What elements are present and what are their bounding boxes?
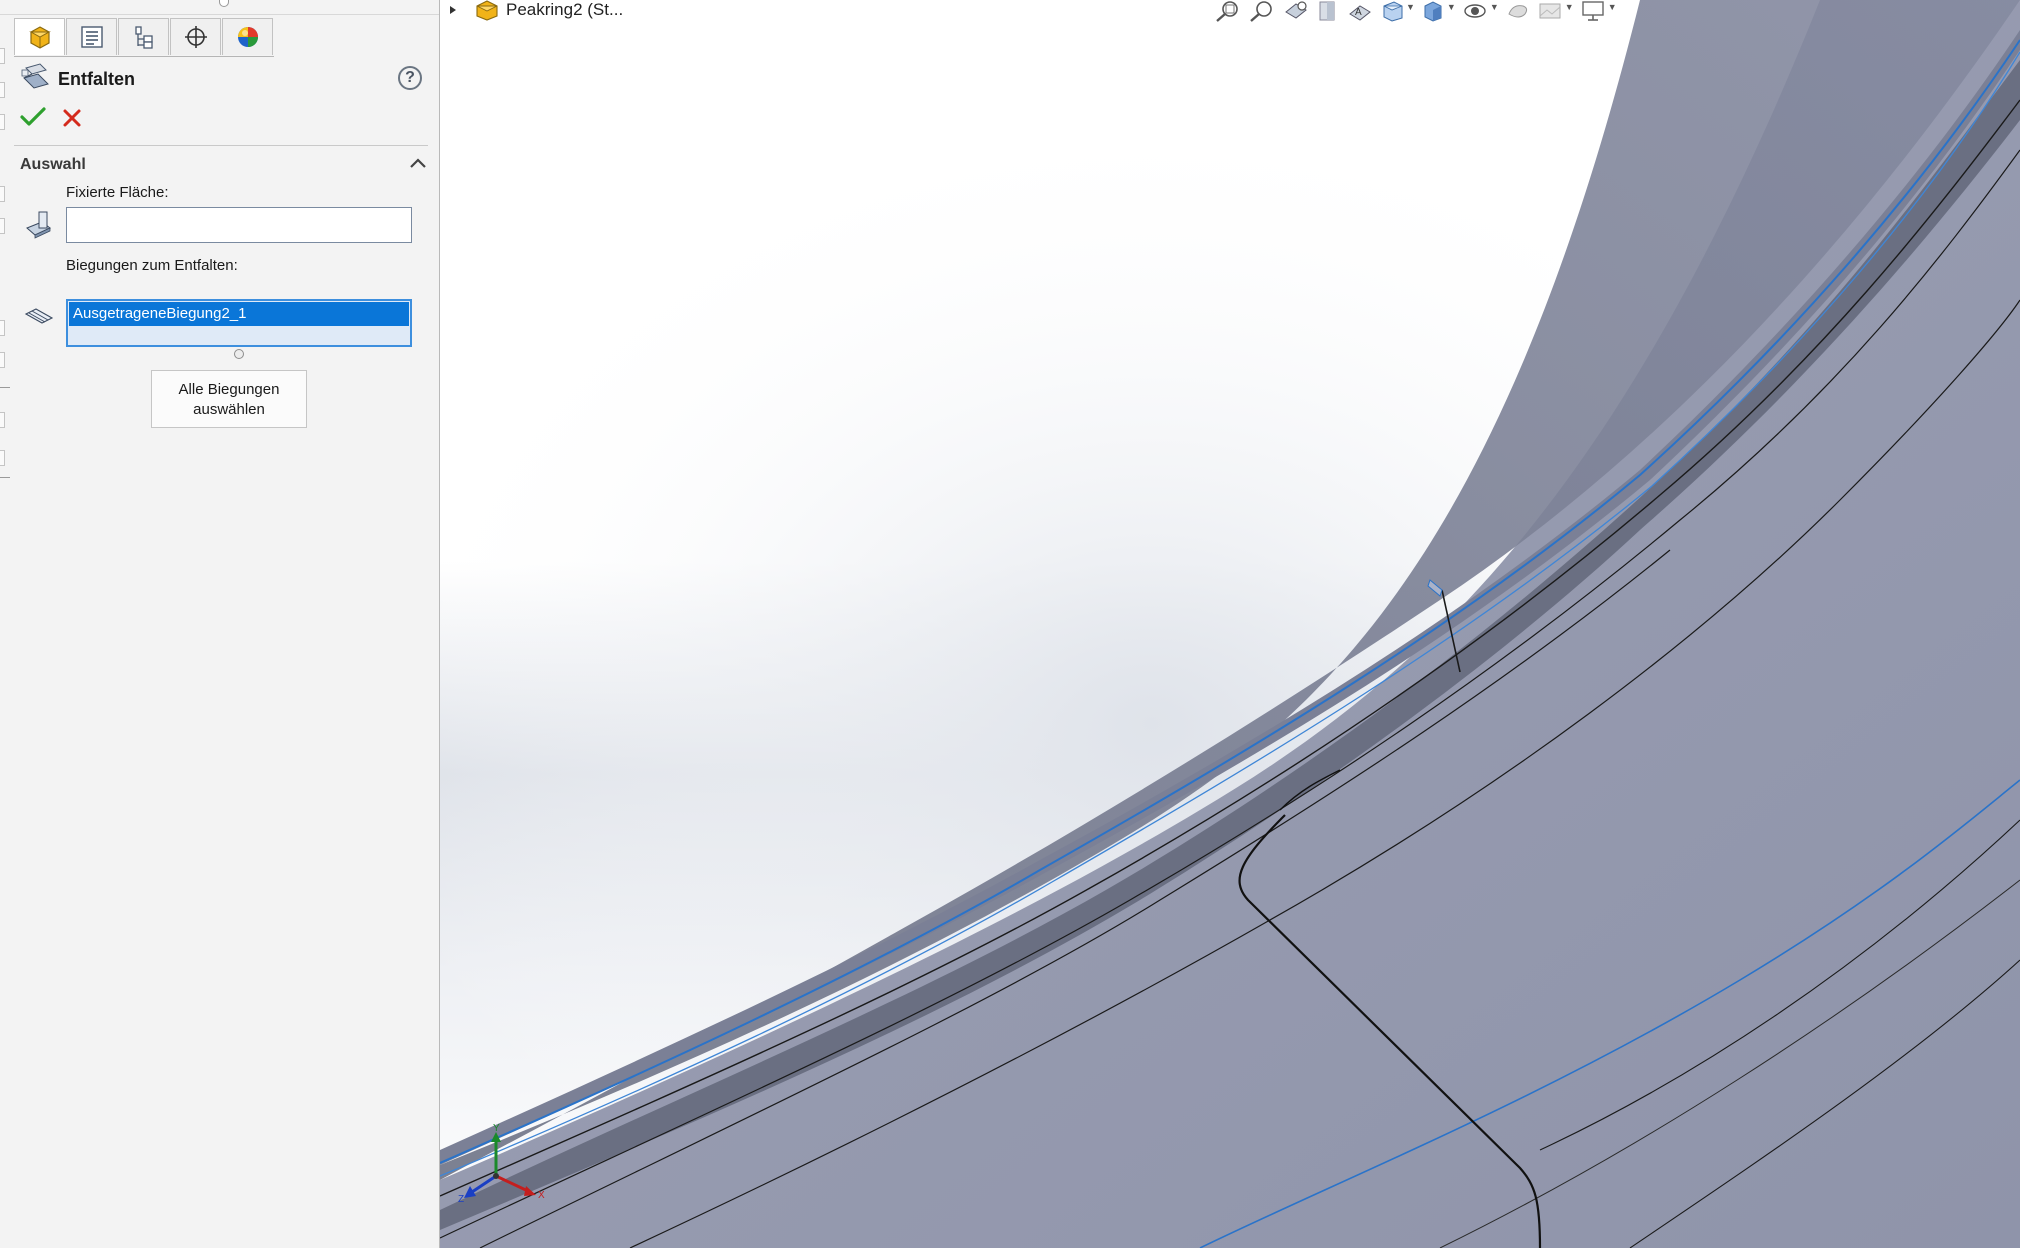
tree-divider	[0, 477, 10, 478]
bends-icon	[24, 306, 54, 331]
manager-tab-strip	[14, 18, 274, 57]
tab-configuration-manager[interactable]	[118, 18, 169, 55]
listbox-resize-handle[interactable]	[234, 349, 244, 359]
appearance-sphere-icon	[237, 27, 258, 47]
feature-tree-root[interactable]: Peakring2 (St...	[448, 0, 624, 21]
help-icon[interactable]: ?	[398, 66, 422, 90]
feature-tree-part-name: Peakring2 (St...	[506, 0, 624, 19]
collapsed-tab-marker	[0, 320, 5, 336]
close-icon	[63, 109, 81, 127]
selection-group-title: Auswahl	[20, 156, 86, 173]
view-settings-icon[interactable]: ▼	[1580, 0, 1617, 22]
fixed-face-field[interactable]	[66, 207, 412, 243]
collapsed-tab-marker	[0, 82, 5, 98]
panel-top-border	[0, 14, 440, 15]
fixed-face-icon	[24, 210, 52, 245]
tab-feature-manager[interactable]	[14, 18, 65, 55]
view-orientation-icon[interactable]: ▼	[1380, 0, 1415, 22]
collapsed-tab-marker	[0, 186, 5, 202]
reference-triad: Y X Z	[458, 1123, 548, 1209]
collapsed-tab-marker	[0, 450, 5, 466]
collapsed-tab-marker	[0, 218, 5, 234]
display-style-icon[interactable]: ▼	[1421, 0, 1456, 22]
collapsed-tab-marker	[0, 352, 5, 368]
triad-y-label: Y	[493, 1124, 500, 1134]
crosshair-icon	[184, 26, 207, 48]
configuration-tree-icon	[134, 26, 153, 49]
tree-divider	[0, 387, 10, 388]
part-icon	[476, 0, 498, 21]
triad-x-label: X	[538, 1190, 545, 1201]
tab-property-manager[interactable]	[66, 18, 117, 55]
zoom-to-area-icon[interactable]	[1248, 0, 1276, 22]
zoom-to-fit-icon[interactable]	[1214, 0, 1242, 22]
svg-text:A: A	[1355, 7, 1362, 18]
collapse-group-button[interactable]	[409, 156, 427, 174]
edit-appearance-icon[interactable]	[1505, 0, 1531, 22]
tab-dimxpert-manager[interactable]	[170, 18, 221, 55]
hide-show-items-icon[interactable]: ▼	[1462, 0, 1499, 22]
collapsed-tab-marker	[0, 114, 5, 130]
chevron-up-icon	[410, 158, 426, 168]
dynamic-annotation-icon[interactable]: A	[1346, 0, 1374, 22]
apply-scene-icon[interactable]: ▼	[1537, 0, 1574, 22]
collect-all-bends-button[interactable]: Alle Biegungen auswählen	[151, 370, 307, 428]
list-item[interactable]: AusgetrageneBiegung2_1	[69, 302, 409, 326]
unfold-feature-icon	[20, 62, 52, 97]
model-view[interactable]	[440, 0, 2020, 1248]
expand-arrow-icon[interactable]	[448, 5, 458, 15]
previous-view-icon[interactable]	[1282, 0, 1310, 22]
heads-up-view-toolbar: A ▼ ▼ ▼ ▼ ▼	[1214, 0, 1617, 22]
property-manager-title: Entfalten	[58, 69, 136, 89]
ok-button[interactable]	[20, 106, 46, 133]
collapsed-tab-marker	[0, 412, 5, 428]
property-list-icon	[80, 26, 103, 48]
bends-label: Biegungen zum Entfalten:	[66, 257, 238, 274]
section-divider	[14, 145, 428, 146]
graphics-area[interactable]	[440, 0, 2020, 1248]
triad-z-label: Z	[458, 1194, 464, 1204]
collect-all-bends-label: Alle Biegungen auswählen	[178, 381, 280, 418]
bends-listbox[interactable]: AusgetrageneBiegung2_1	[66, 299, 412, 347]
checkmark-icon	[20, 107, 46, 126]
cancel-button[interactable]	[62, 108, 82, 133]
part-icon	[28, 26, 51, 49]
tab-display-manager[interactable]	[222, 18, 273, 55]
collapsed-tab-marker	[0, 48, 5, 64]
fixed-face-label: Fixierte Fläche:	[66, 184, 169, 201]
section-view-icon[interactable]	[1316, 0, 1340, 22]
